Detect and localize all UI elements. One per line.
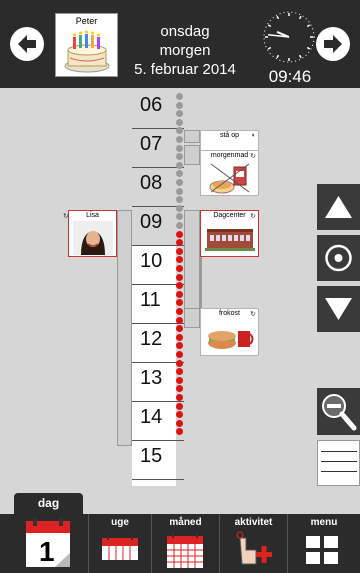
- time-dot: [176, 394, 183, 401]
- center-now-button[interactable]: [317, 235, 360, 281]
- list-view-button[interactable]: [317, 440, 360, 486]
- time-dot: [176, 222, 183, 229]
- activity-card-lisa[interactable]: ↻ Lisa: [63, 210, 117, 257]
- tab-aktivitet[interactable]: aktivitet: [220, 514, 287, 573]
- tab-uge[interactable]: uge: [89, 514, 151, 573]
- hour-label: 08: [140, 172, 163, 194]
- activity-title: morgenmad: [210, 152, 249, 159]
- arrow-right-icon: [324, 35, 342, 53]
- profile-name: Peter: [75, 16, 98, 26]
- tab-label: måned: [169, 517, 202, 528]
- activity-card-morgenmad[interactable]: ↻ morgenmad: [200, 150, 259, 196]
- time-dot: [176, 118, 183, 126]
- activity-bar-morgenmad: [184, 145, 200, 165]
- time-dot: [176, 179, 183, 186]
- activity-title: stå op: [219, 132, 240, 139]
- time-dot: [176, 316, 183, 324]
- down-arrow-icon: [325, 298, 352, 320]
- activity-title: Lisa: [86, 212, 99, 219]
- time-dot: [176, 308, 183, 315]
- time-dot: [176, 359, 183, 367]
- zoom-out-icon: [322, 394, 357, 431]
- up-arrow-icon: [325, 196, 352, 218]
- next-day-button[interactable]: [316, 27, 350, 61]
- hour-label: 13: [140, 367, 163, 389]
- activity-bar-lisa: [117, 210, 132, 446]
- time-dot: [176, 273, 183, 281]
- week-calendar-icon: [102, 535, 138, 560]
- time-dot: [176, 290, 183, 298]
- menu-grid-icon: [306, 536, 338, 564]
- tab-label: uge: [111, 517, 129, 528]
- arrow-left-icon: [18, 35, 36, 53]
- time-dot: [176, 93, 183, 100]
- tab-label: dag: [37, 496, 60, 510]
- tab-dag[interactable]: dag 1: [14, 493, 83, 573]
- time-dot: [176, 187, 183, 195]
- analog-clock-icon: [263, 11, 315, 63]
- hour-row: 15: [132, 441, 184, 480]
- hour-label: 07: [140, 133, 163, 155]
- time-dot: [176, 204, 183, 212]
- time-dot: [176, 402, 183, 410]
- svg-text:1: 1: [39, 536, 55, 567]
- time-dot: [176, 247, 183, 255]
- zoom-out-button[interactable]: [317, 388, 360, 435]
- time-dot: [176, 351, 183, 358]
- digital-time: 09:46: [268, 67, 312, 86]
- person-photo-icon: [72, 221, 113, 255]
- time-dot: [176, 265, 183, 272]
- scroll-up-button[interactable]: [317, 184, 360, 230]
- activity-bar-frokost: [184, 308, 200, 328]
- building-icon: [204, 229, 255, 251]
- weekday: onsdag: [160, 23, 210, 40]
- hour-label: 10: [140, 250, 163, 272]
- scroll-down-button[interactable]: [317, 286, 360, 332]
- add-activity-icon: [236, 531, 272, 565]
- tab-menu[interactable]: menu: [288, 514, 360, 573]
- day-calendar-icon: 1: [26, 517, 70, 567]
- tab-label: menu: [310, 517, 338, 528]
- day-period: morgen: [159, 42, 211, 59]
- activity-title: Dagcenter: [213, 212, 246, 219]
- month-calendar-icon: [167, 533, 203, 568]
- date-display: onsdag morgen 5. februar 2014: [120, 22, 250, 79]
- breakfast-icon: [209, 163, 249, 194]
- lunch-icon: [207, 331, 253, 349]
- full-date: 5. februar 2014: [134, 61, 236, 78]
- lines-icon: [321, 451, 357, 452]
- activity-bar-dagcenter: [184, 210, 200, 320]
- time-dot: [176, 144, 183, 152]
- header-bar: Peter onsdag morgen 5. februar 2014 09:4…: [0, 0, 360, 88]
- hour-label: 11: [140, 289, 161, 311]
- activity-card-frokost[interactable]: ↻ frokost: [200, 308, 259, 356]
- hour-label: 12: [140, 328, 163, 350]
- time-dot: [176, 101, 183, 109]
- tab-maaned[interactable]: måned: [152, 514, 219, 573]
- time-dot: [176, 161, 183, 169]
- hour-label: 06: [140, 94, 163, 116]
- time-dot: [176, 333, 183, 341]
- time-dot: [176, 136, 183, 143]
- previous-day-button[interactable]: [10, 27, 44, 61]
- repeat-icon: ↻: [63, 213, 69, 220]
- time-dot: [176, 376, 183, 384]
- tab-label: aktivitet: [234, 517, 273, 528]
- hour-label: 14: [140, 406, 163, 428]
- profile-card[interactable]: Peter: [55, 13, 118, 77]
- target-icon: [325, 244, 352, 272]
- time-dot: [176, 419, 183, 427]
- activity-title: frokost: [218, 310, 240, 317]
- time-dot: [176, 230, 183, 238]
- activity-bar-sta-op: [184, 130, 200, 143]
- hour-label: 09: [140, 211, 163, 233]
- activity-card-dagcenter[interactable]: ↻ Dagcenter: [200, 210, 259, 257]
- birthday-cake-icon: [64, 30, 110, 73]
- hour-label: 15: [140, 445, 163, 467]
